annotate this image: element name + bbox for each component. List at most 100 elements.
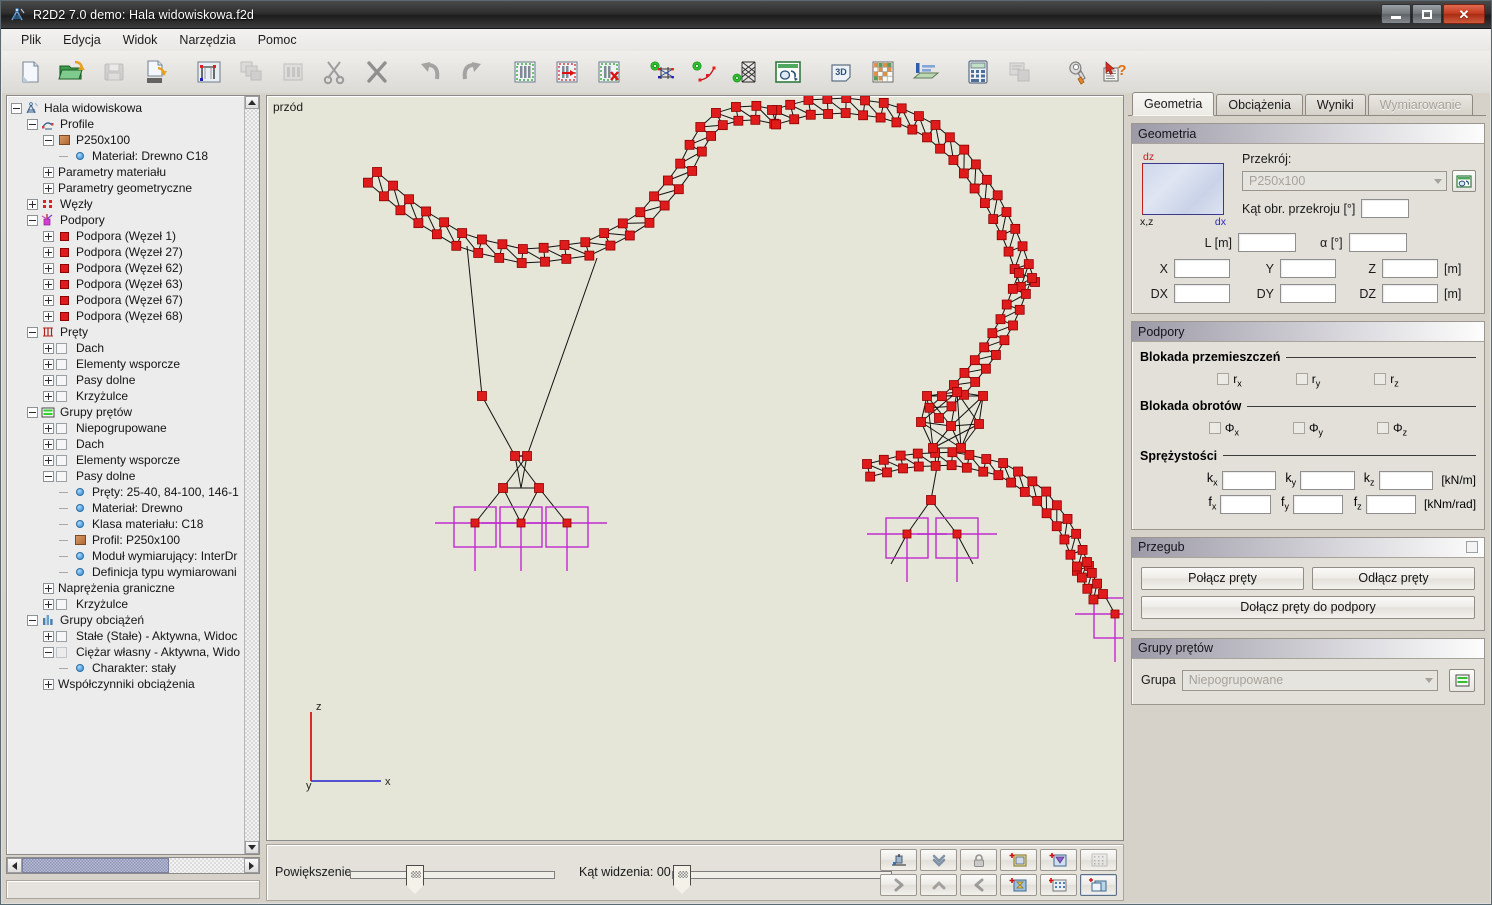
fy-input[interactable] [1293, 494, 1344, 514]
checkbox-phiy-box[interactable] [1292, 422, 1305, 435]
frame-grid-icon[interactable] [189, 53, 229, 91]
disconnect-bars-button[interactable]: Odłącz pręty [1312, 566, 1475, 590]
fx-input[interactable] [1220, 494, 1271, 514]
collapse-icon[interactable] [43, 134, 54, 146]
tree-item[interactable]: Profil: P250x100 [11, 532, 245, 548]
expand-icon[interactable] [43, 310, 54, 322]
generate-frame-icon[interactable] [642, 53, 682, 91]
tree-item[interactable]: P250x100 [11, 132, 245, 148]
tree-item[interactable]: Krzyżulce [11, 388, 245, 404]
hinge-group-checkbox[interactable] [1466, 540, 1478, 553]
attach-bars-to-support-button[interactable]: Dołącz pręty do podpory [1141, 595, 1475, 619]
zoom-slider[interactable] [350, 865, 555, 885]
dz-input[interactable] [1382, 284, 1438, 303]
expand-icon[interactable] [43, 438, 54, 450]
new-file-icon[interactable] [10, 53, 50, 91]
tree-item[interactable]: Podpora (Węzeł 68) [11, 308, 245, 324]
tree-item[interactable]: Podpora (Węzeł 62) [11, 260, 245, 276]
menu-item-widok[interactable]: Widok [112, 30, 169, 50]
chevron-left-icon[interactable] [960, 874, 997, 896]
close-button[interactable]: ✕ [1443, 4, 1485, 24]
tree-item[interactable]: Dach [11, 436, 245, 452]
section-editor-button[interactable] [1452, 170, 1476, 192]
checkbox-phiz[interactable]: Φz [1377, 422, 1407, 438]
tree-item[interactable]: Krzyżulce [11, 596, 245, 612]
tree-item[interactable]: Grupy obciążeń [11, 612, 245, 628]
expand-icon[interactable] [43, 390, 54, 402]
tree-item[interactable]: Pręty: 25-40, 84-100, 146-1 [11, 484, 245, 500]
expand-icon[interactable] [43, 630, 54, 642]
tree-item[interactable]: Elementy wsporcze [11, 356, 245, 372]
connect-bars-button[interactable]: Połącz pręty [1141, 566, 1304, 590]
options-wrench-icon[interactable] [1053, 53, 1093, 91]
tree-checkbox[interactable] [56, 645, 71, 659]
tree-scroll-up-button[interactable] [245, 96, 259, 109]
collapse-icon[interactable] [43, 470, 54, 482]
tree-item[interactable]: Ciężar własny - Aktywna, Wido [11, 644, 245, 660]
tree-item[interactable]: Podpory [11, 212, 245, 228]
grid-snap-icon[interactable] [1040, 874, 1077, 896]
expand-icon[interactable] [43, 294, 54, 306]
checkbox-rz-box[interactable] [1374, 373, 1387, 385]
collapse-icon[interactable] [27, 118, 38, 130]
add-section-icon[interactable] [1000, 874, 1037, 896]
expand-icon[interactable] [43, 262, 54, 274]
lock-icon[interactable] [960, 849, 997, 871]
grid-dots-icon[interactable] [1080, 849, 1117, 871]
tree-item[interactable]: Parametry materiału [11, 164, 245, 180]
table-grid-icon[interactable] [863, 53, 903, 91]
hscroll-thumb[interactable] [22, 858, 169, 873]
expand-icon[interactable] [43, 454, 54, 466]
tab-obciazenia[interactable]: Obciążenia [1216, 94, 1303, 115]
tree-item[interactable]: Hala widowiskowa [11, 100, 245, 116]
expand-icon[interactable] [43, 342, 54, 354]
kx-input[interactable] [1221, 470, 1277, 490]
checkbox-ry-box[interactable] [1295, 373, 1308, 385]
expand-icon[interactable] [43, 182, 54, 194]
y-input[interactable] [1280, 259, 1336, 278]
tree-scroll-down-button[interactable] [245, 841, 259, 854]
chevron-right-icon[interactable] [880, 874, 917, 896]
tree-item[interactable]: Grupy prętów [11, 404, 245, 420]
collapse-icon[interactable] [27, 614, 38, 626]
expand-icon[interactable] [43, 374, 54, 386]
checkbox-phiy[interactable]: Φy [1292, 422, 1323, 438]
length-input[interactable] [1238, 233, 1296, 252]
checkbox-rx[interactable]: rx [1217, 373, 1242, 389]
expand-icon[interactable] [43, 246, 54, 258]
checkbox-rx-box[interactable] [1217, 373, 1230, 385]
minimize-button[interactable] [1381, 4, 1411, 24]
tree-item[interactable]: Dach [11, 340, 245, 356]
select-bars-icon[interactable] [505, 53, 545, 91]
tree-vertical-scrollbar[interactable] [244, 96, 259, 854]
expand-icon[interactable] [43, 230, 54, 242]
tree-item[interactable]: Moduł wymiarujący: InterDr [11, 548, 245, 564]
cut-scissors-icon[interactable] [315, 53, 355, 91]
maximize-button[interactable] [1412, 4, 1442, 24]
fz-input[interactable] [1365, 494, 1417, 514]
hscroll-right-button[interactable] [244, 858, 259, 873]
help-icon[interactable]: ? [1095, 53, 1135, 91]
tree-item[interactable]: Pasy dolne [11, 468, 245, 484]
tab-wyniki[interactable]: Wyniki [1304, 94, 1366, 115]
expand-icon[interactable] [43, 422, 54, 434]
section-angle-input[interactable] [1361, 199, 1410, 218]
add-load-icon[interactable] [1040, 849, 1077, 871]
tree-item[interactable]: Pręty [11, 324, 245, 340]
menu-item-narzedzia[interactable]: Narzędzia [168, 30, 246, 50]
tree-checkbox[interactable] [56, 629, 71, 643]
checkbox-phix-box[interactable] [1208, 422, 1221, 435]
dx-input[interactable] [1174, 284, 1230, 303]
supports-view-icon[interactable] [880, 849, 917, 871]
tree-item[interactable]: Elementy wsporcze [11, 452, 245, 468]
view-angle-slider-thumb[interactable] [673, 865, 691, 885]
menu-item-plik[interactable]: Plik [10, 30, 52, 50]
tree-item[interactable]: Klasa materiału: C18 [11, 516, 245, 532]
tree-checkbox[interactable] [56, 597, 71, 611]
calculator-icon[interactable] [958, 53, 998, 91]
menu-item-pomoc[interactable]: Pomoc [247, 30, 308, 50]
expand-icon[interactable] [43, 678, 54, 690]
report-icon[interactable] [1000, 53, 1040, 91]
x-input[interactable] [1174, 259, 1230, 278]
tree-checkbox[interactable] [56, 437, 71, 451]
